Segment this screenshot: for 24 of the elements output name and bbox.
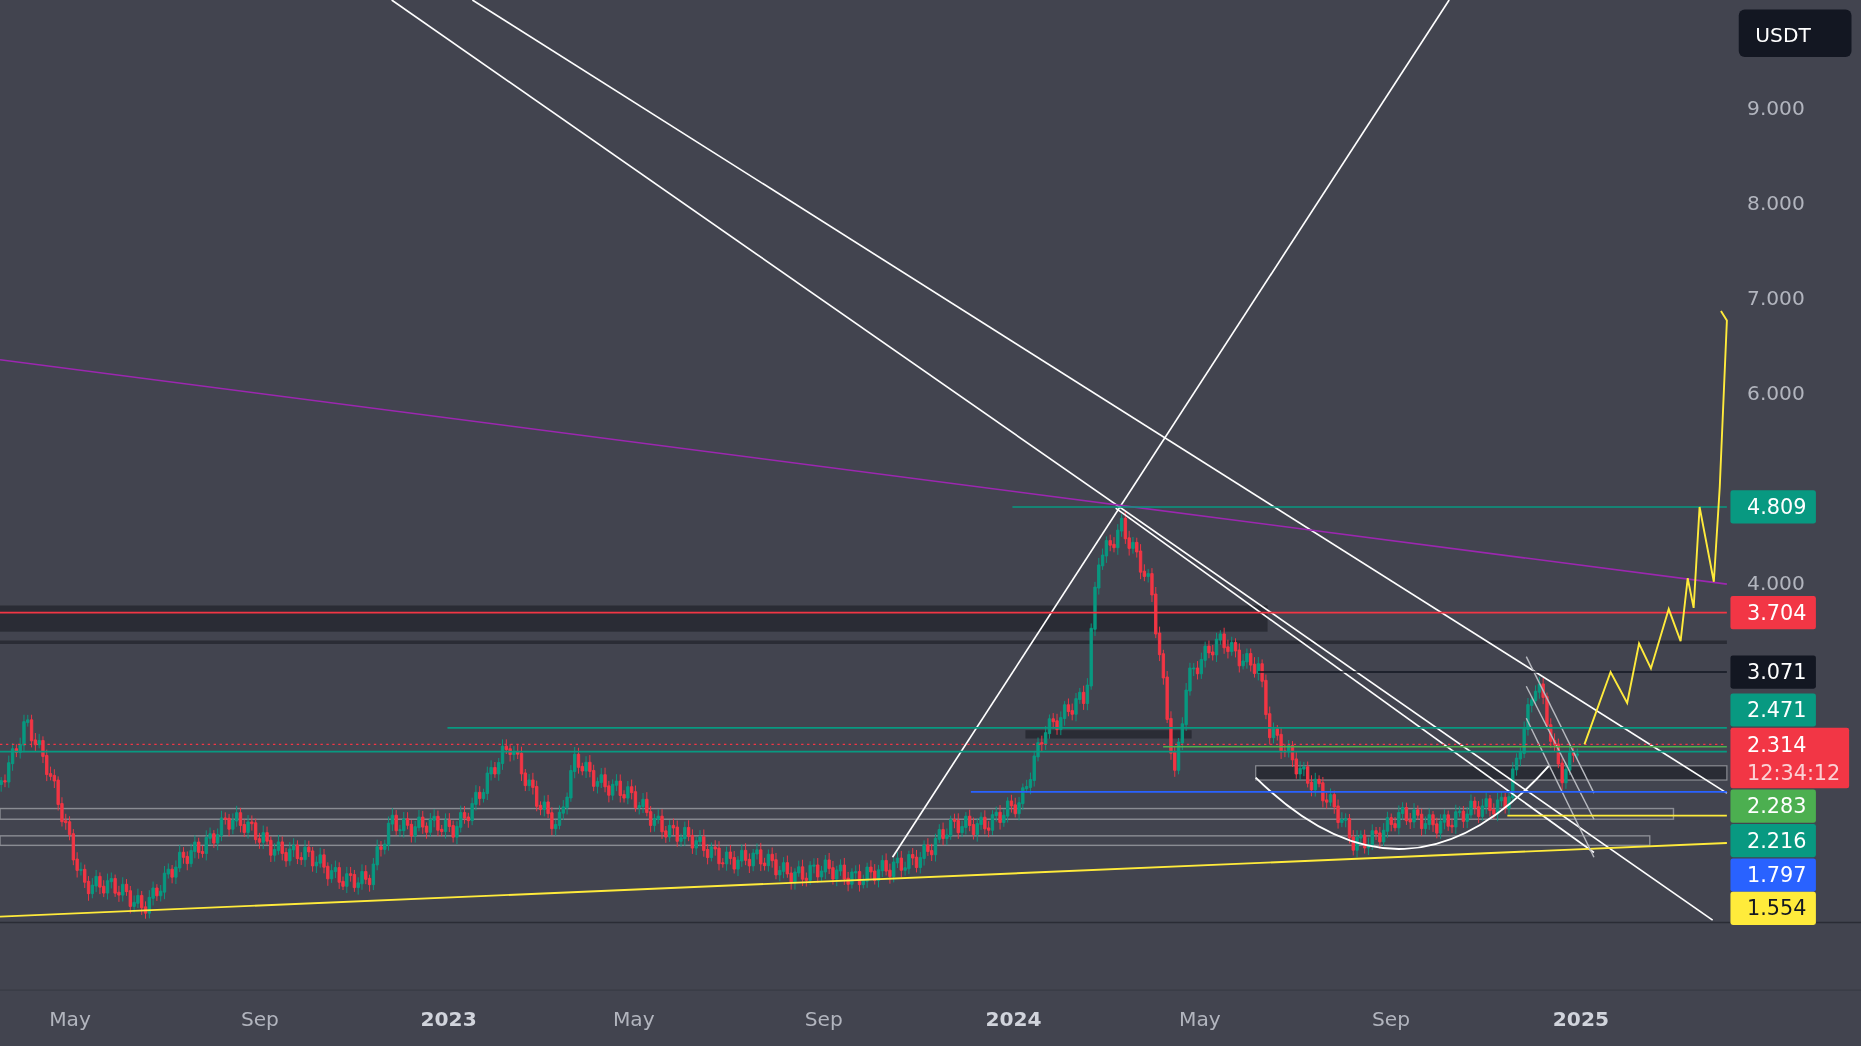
time-axis-label: May: [1179, 1006, 1221, 1031]
time-axis-label: May: [612, 1006, 655, 1031]
price-tag: 2.283: [1730, 789, 1816, 823]
price-axis-label: 4.000: [1747, 571, 1805, 596]
price-tag: 1.797: [1730, 858, 1816, 892]
time-axis-label: Sep: [240, 1006, 279, 1031]
time-axis-label: Sep: [1372, 1006, 1410, 1031]
price-tag: 3.704: [1730, 596, 1816, 630]
price-axis-label: 9.000: [1747, 96, 1805, 121]
time-axis-label: 2023: [420, 1006, 477, 1031]
price-axis-label: 8.000: [1747, 191, 1805, 216]
price-tag: 2.314 12:34:12: [1730, 727, 1850, 789]
price-tag: 3.071: [1730, 655, 1816, 689]
price-tag: 4.809: [1730, 490, 1816, 524]
currency-button[interactable]: USDT: [1738, 9, 1852, 57]
price-tag: 2.471: [1730, 693, 1816, 727]
price-tag: 2.216: [1730, 824, 1816, 858]
time-axis-label: Sep: [804, 1006, 843, 1031]
time-axis-label: 2025: [1552, 1006, 1609, 1031]
price-axis-label: 6.000: [1747, 381, 1805, 406]
price-axis-label: 7.000: [1747, 286, 1805, 311]
time-axis-label: 2024: [985, 1006, 1042, 1031]
time-axis-label: May: [49, 1006, 91, 1031]
price-tag: 1.554: [1730, 891, 1816, 925]
